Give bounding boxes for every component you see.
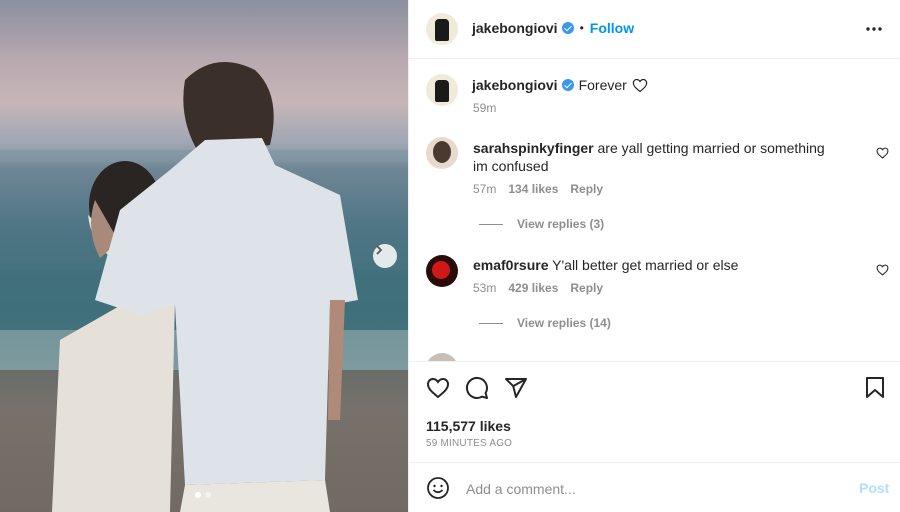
author-username[interactable]: jakebongiovi — [472, 20, 558, 36]
couple-photo-illustration — [0, 62, 408, 512]
heart-emoji-icon — [632, 78, 648, 92]
comment-timestamp: 57m — [473, 182, 497, 196]
view-replies-button[interactable]: View replies (14) — [479, 316, 611, 330]
share-icon[interactable] — [504, 376, 528, 400]
carousel-indicator — [195, 492, 211, 498]
caption-timestamp: 59m — [473, 101, 497, 115]
comment-username[interactable]: sarahspinkyfinger — [473, 140, 594, 156]
comment-input[interactable] — [464, 477, 848, 501]
commenter-avatar[interactable] — [426, 255, 458, 287]
replies-divider — [479, 223, 503, 225]
carousel-next-button[interactable] — [373, 244, 397, 268]
save-bookmark-icon[interactable] — [865, 376, 885, 400]
comment-text: Y'all better get married or else — [552, 257, 739, 273]
caption-author-avatar[interactable] — [426, 74, 458, 106]
author-avatar[interactable] — [426, 13, 458, 45]
chevron-right-icon — [376, 245, 383, 255]
comment-body: sarahspinkyfinger are yall getting marri… — [473, 139, 841, 175]
comment-body: emaf0rsure Y'all better get married or e… — [473, 256, 841, 274]
like-comment-icon[interactable] — [876, 147, 889, 159]
view-replies-label[interactable]: View replies (3) — [517, 217, 604, 231]
carousel-dot — [205, 492, 211, 498]
comment-composer: Post — [409, 463, 900, 512]
comment-icon[interactable] — [465, 376, 489, 400]
caption: jakebongiovi Forever — [472, 76, 648, 94]
caption-username[interactable]: jakebongiovi — [472, 77, 558, 93]
verified-badge-icon — [561, 22, 574, 34]
reply-button[interactable]: Reply — [570, 182, 603, 196]
comment-likes[interactable]: 134 likes — [508, 182, 558, 196]
author-line: jakebongiovi • Follow — [472, 20, 634, 36]
post-actions: 115,577 likes 59 MINUTES AGO — [409, 362, 900, 463]
post-photo — [0, 0, 408, 512]
view-replies-label[interactable]: View replies (14) — [517, 316, 611, 330]
follow-button[interactable]: Follow — [590, 20, 634, 36]
separator-dot: • — [579, 21, 584, 35]
post-header: jakebongiovi • Follow — [409, 0, 900, 59]
comment-meta: 53m 429 likes Reply — [473, 281, 603, 295]
more-horizontal-icon[interactable] — [865, 22, 883, 36]
caption-text: Forever — [578, 77, 627, 93]
carousel-dot-active — [195, 492, 201, 498]
likes-count[interactable]: 115,577 likes — [426, 418, 511, 434]
post-detail-panel: jakebongiovi • Follow jakebongiovi Forev… — [408, 0, 900, 512]
post-timestamp: 59 MINUTES AGO — [426, 438, 513, 449]
post-comment-button[interactable]: Post — [859, 480, 889, 496]
comments-section[interactable]: jakebongiovi Forever 59m sarahspinkyfing… — [409, 59, 900, 362]
verified-badge-icon — [561, 79, 574, 91]
comment-meta: 57m 134 likes Reply — [473, 182, 603, 196]
like-comment-icon[interactable] — [876, 264, 889, 276]
view-replies-button[interactable]: View replies (3) — [479, 217, 604, 231]
commenter-avatar[interactable] — [426, 137, 458, 169]
comment-timestamp: 53m — [473, 281, 497, 295]
reply-button[interactable]: Reply — [570, 281, 603, 295]
commenter-avatar[interactable] — [426, 353, 458, 361]
emoji-icon[interactable] — [426, 476, 450, 500]
comment-username[interactable]: emaf0rsure — [473, 257, 549, 273]
replies-divider — [479, 322, 503, 324]
like-post-icon[interactable] — [426, 377, 450, 399]
comment-likes[interactable]: 429 likes — [508, 281, 558, 295]
